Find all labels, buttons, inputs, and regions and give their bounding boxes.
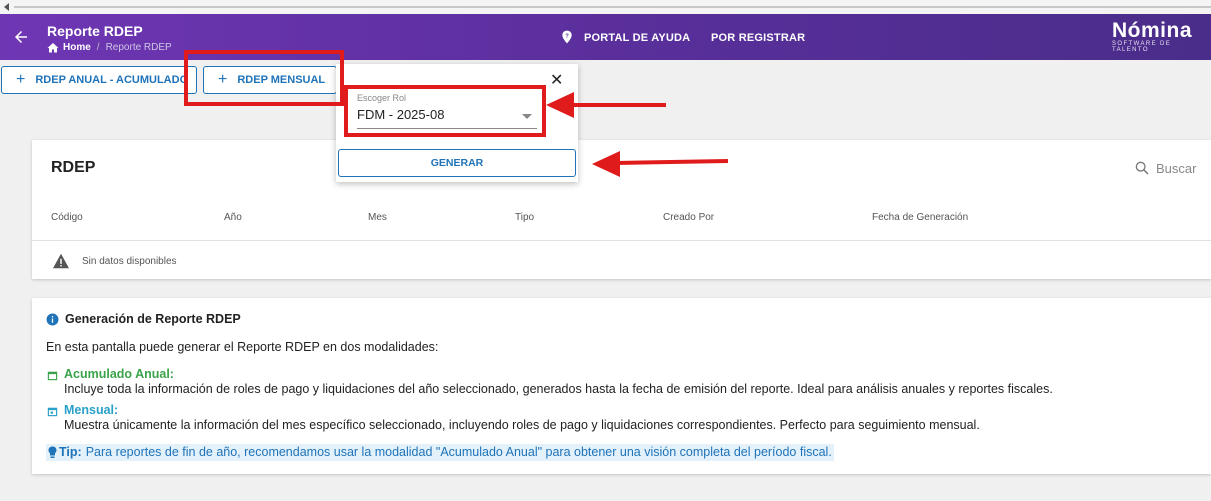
calendar-icon [47, 371, 58, 381]
tip-banner: Tip: Para reportes de fin de año, recome… [46, 444, 834, 461]
app-header: Reporte RDEP Home / Reporte RDEP ? PORTA… [0, 14, 1211, 60]
annual-title: Acumulado Anual: [64, 367, 174, 381]
logo: Nómina SOFTWARE DE TALENTO [1112, 19, 1211, 53]
nav-help-portal[interactable]: PORTAL DE AYUDA [584, 32, 690, 44]
info-title-text: Generación de Reporte RDEP [65, 312, 241, 326]
empty-state: Sin datos disponibles [52, 253, 177, 269]
lightbulb-icon [48, 446, 57, 458]
breadcrumb: Home / Reporte RDEP [47, 42, 172, 53]
annotation-arrow-generate [592, 151, 729, 177]
rdep-annual-button[interactable]: + RDEP ANUAL - ACUMULADO [1, 66, 197, 94]
nav-pending-register[interactable]: POR REGISTRAR [711, 32, 805, 44]
plus-icon: + [16, 71, 26, 88]
breadcrumb-current: Reporte RDEP [105, 42, 172, 53]
search-icon [1135, 161, 1149, 175]
scrollbar-track[interactable] [14, 6, 1211, 8]
monthly-description: Muestra únicamente la información del me… [64, 418, 980, 432]
monthly-title: Mensual: [64, 403, 119, 417]
tip-label: Tip: [59, 445, 82, 459]
info-card: Generación de Reporte RDEP En esta panta… [32, 298, 1211, 474]
annotation-box-monthly [184, 50, 344, 106]
info-title: Generación de Reporte RDEP [46, 312, 241, 326]
column-header-generated-date[interactable]: Fecha de Generación [872, 212, 968, 223]
column-header-month[interactable]: Mes [368, 212, 387, 223]
column-header-created-by[interactable]: Creado Por [663, 212, 714, 223]
svg-text:?: ? [565, 34, 569, 40]
annual-description: Incluye toda la información de roles de … [64, 382, 1053, 396]
calendar-month-icon [47, 407, 58, 417]
search-placeholder: Buscar [1156, 160, 1197, 176]
column-header-code[interactable]: Código [51, 212, 83, 223]
empty-text: Sin datos disponibles [82, 255, 177, 267]
search-input[interactable]: Buscar [1134, 160, 1196, 176]
annotation-box-select [344, 85, 546, 137]
tip-text: Para reportes de fin de año, recomendamo… [85, 445, 832, 459]
logo-name: Nómina [1112, 19, 1193, 42]
logo-tagline: SOFTWARE DE TALENTO [1112, 41, 1172, 53]
breadcrumb-home[interactable]: Home [63, 42, 91, 53]
rdep-annual-label: RDEP ANUAL - ACUMULADO [35, 74, 189, 86]
scroll-left-icon[interactable] [4, 3, 9, 11]
info-icon [46, 313, 59, 325]
horizontal-scrollbar[interactable] [0, 0, 1211, 14]
page-title: Reporte RDEP [47, 23, 143, 39]
close-icon[interactable]: ✕ [550, 70, 563, 90]
column-header-year[interactable]: Año [224, 212, 242, 223]
breadcrumb-separator: / [96, 42, 100, 53]
table-divider [32, 240, 1211, 241]
annotation-arrow-select [546, 92, 666, 118]
generate-button[interactable]: GENERAR [338, 149, 576, 177]
column-header-type[interactable]: Tipo [515, 212, 534, 223]
warning-icon [53, 253, 69, 269]
info-intro: En esta pantalla puede generar el Report… [46, 340, 439, 354]
home-icon [47, 43, 59, 53]
help-pin-icon[interactable]: ? [560, 30, 574, 44]
arrow-back-icon[interactable] [12, 28, 30, 46]
table-title: RDEP [51, 159, 96, 176]
